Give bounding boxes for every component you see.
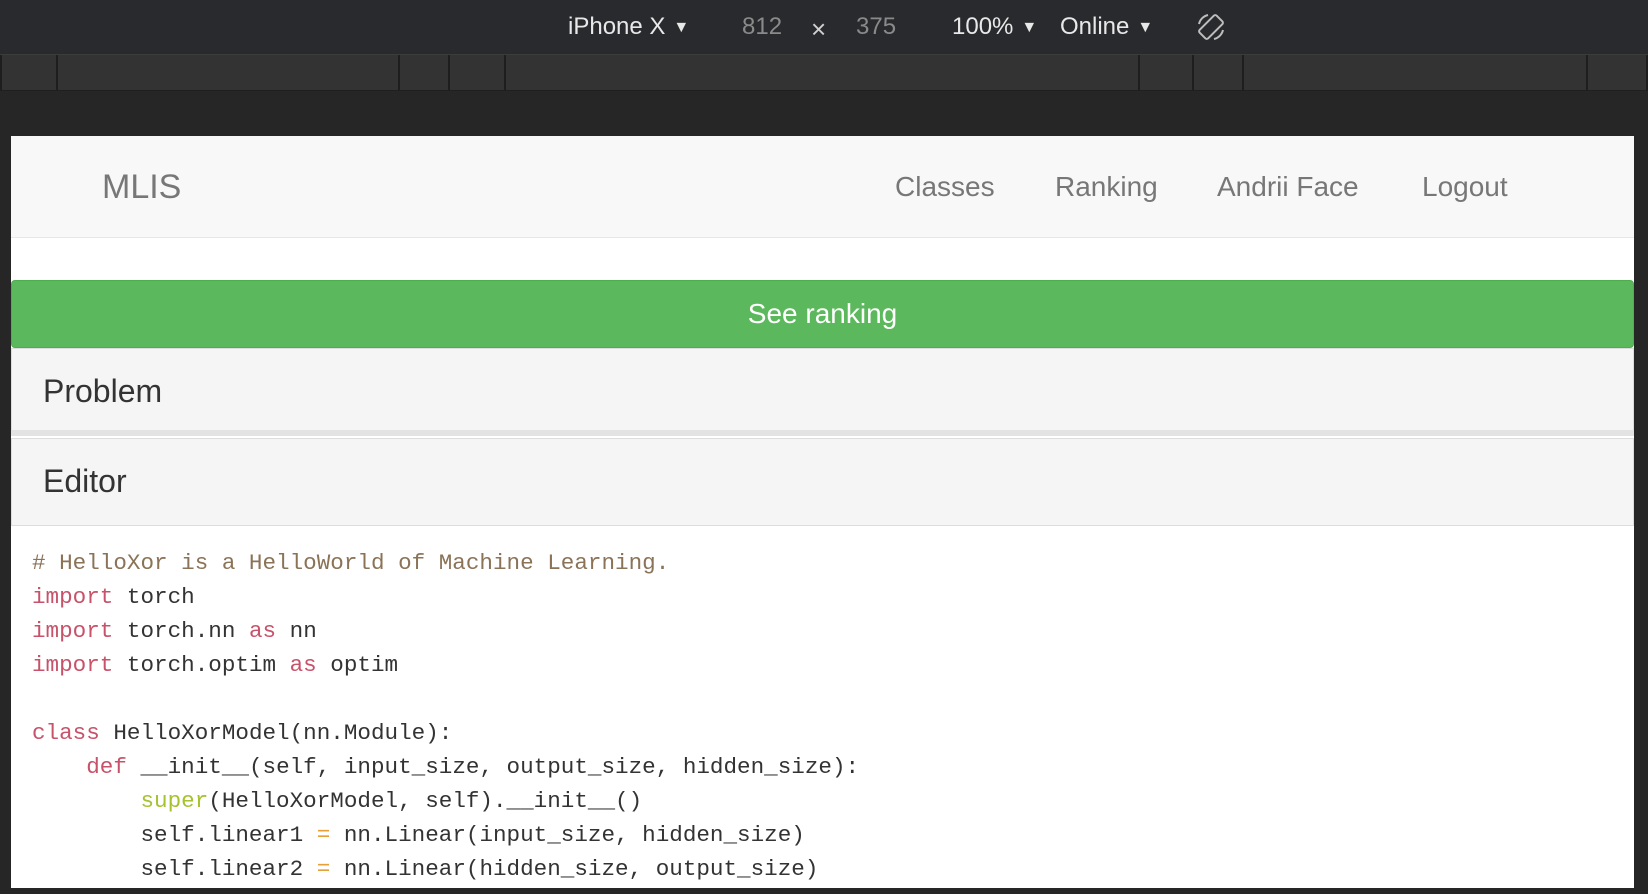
- keyword: import: [32, 618, 114, 644]
- height-input[interactable]: 375: [856, 13, 896, 41]
- ruler-segment[interactable]: [398, 55, 450, 90]
- device-select[interactable]: iPhone X ▼: [568, 13, 689, 41]
- keyword: import: [32, 652, 114, 678]
- device-label: iPhone X: [568, 13, 666, 40]
- ruler-segment[interactable]: [1242, 55, 1588, 90]
- nav-classes[interactable]: Classes: [895, 171, 995, 203]
- nav-user[interactable]: Andrii Face: [1217, 171, 1359, 203]
- keyword: as: [248, 618, 277, 644]
- zoom-select[interactable]: 100% ▼: [952, 13, 1037, 41]
- ruler-segment[interactable]: [504, 55, 1140, 90]
- code-text: (HelloXorModel, self).__init__(): [208, 788, 643, 814]
- code-text: self.linear1: [140, 822, 317, 848]
- chevron-down-icon: ▼: [673, 19, 690, 36]
- problem-panel-heading[interactable]: Problem: [11, 348, 1634, 436]
- keyword: def: [86, 754, 127, 780]
- code-text: nn.Linear(input_size, hidden_size): [330, 822, 805, 848]
- chevron-down-icon: ▼: [1137, 19, 1154, 36]
- builtin: super: [140, 788, 209, 814]
- code-text: nn: [276, 618, 317, 644]
- nav-logout[interactable]: Logout: [1422, 171, 1508, 203]
- navbar: MLIS Classes Ranking Andrii Face Logout: [11, 136, 1634, 238]
- ruler-segment[interactable]: [56, 55, 400, 90]
- code-comment: # HelloXor is a HelloWorld of Machine Le…: [32, 550, 670, 576]
- problem-title: Problem: [43, 373, 163, 409]
- editor-panel-heading[interactable]: Editor: [11, 438, 1634, 526]
- emulated-viewport: MLIS Classes Ranking Andrii Face Logout …: [11, 136, 1634, 888]
- network-select[interactable]: Online ▼: [1060, 13, 1153, 41]
- ruler-segment[interactable]: [1192, 55, 1244, 90]
- device-toolbar: iPhone X ▼ 812 × 375 100% ▼ Online ▼: [0, 0, 1648, 55]
- keyword: as: [289, 652, 317, 678]
- rotate-icon[interactable]: [1196, 12, 1226, 42]
- ruler-segment[interactable]: [0, 55, 58, 90]
- code-text: nn.Linear(hidden_size, output_size): [330, 856, 819, 882]
- chevron-down-icon: ▼: [1021, 19, 1038, 36]
- ruler-segment[interactable]: [1138, 55, 1194, 90]
- operator: =: [316, 822, 331, 848]
- width-input[interactable]: 812: [742, 13, 782, 41]
- keyword: import: [32, 584, 114, 610]
- editor-title: Editor: [43, 463, 127, 499]
- media-query-ruler: [0, 55, 1648, 91]
- see-ranking-button[interactable]: See ranking: [11, 280, 1634, 348]
- times-icon: ×: [811, 14, 827, 44]
- code-text: __init__(self, input_size, output_size, …: [126, 754, 860, 780]
- code-text: self.linear2: [140, 856, 317, 882]
- code-editor[interactable]: # HelloXor is a HelloWorld of Machine Le…: [32, 546, 1622, 886]
- zoom-label: 100%: [952, 13, 1014, 40]
- code-text: HelloXorModel(nn.Module):: [99, 720, 453, 746]
- ruler-segment[interactable]: [448, 55, 506, 90]
- keyword: class: [32, 720, 100, 746]
- brand-link[interactable]: MLIS: [102, 168, 181, 207]
- code-text: optim: [316, 652, 399, 678]
- code-text: torch.nn: [113, 618, 249, 644]
- operator: =: [316, 856, 331, 882]
- nav-ranking[interactable]: Ranking: [1055, 171, 1158, 203]
- network-label: Online: [1060, 13, 1130, 40]
- code-text: torch.optim: [113, 652, 290, 678]
- ruler-segment[interactable]: [1586, 55, 1648, 90]
- code-text: torch: [113, 584, 195, 610]
